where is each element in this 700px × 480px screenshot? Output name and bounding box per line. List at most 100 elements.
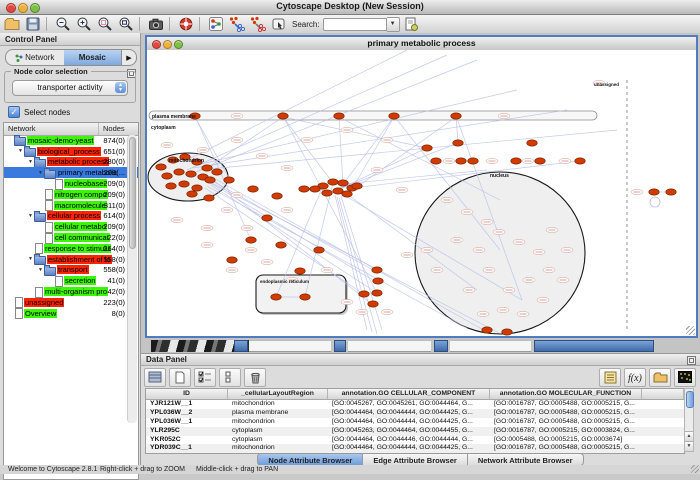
graph-node[interactable]: [338, 180, 348, 186]
table-cell[interactable]: YKR052C: [146, 436, 228, 445]
graph-node[interactable]: [422, 145, 432, 151]
tree-row-label[interactable]: nitrogen compo: [54, 190, 108, 199]
table-cell[interactable]: YLR295C: [146, 427, 228, 436]
unselect-attributes-button[interactable]: [219, 368, 241, 387]
graph-node[interactable]: [372, 290, 382, 296]
column-cellular-layout-region[interactable]: _cellularLayoutRegion: [228, 389, 328, 399]
data-panel-float-icon[interactable]: [687, 356, 696, 365]
network-window-resize-grip[interactable]: [686, 326, 695, 335]
zoom-fit-button[interactable]: [116, 16, 135, 32]
data-panel-scrollbar[interactable]: ▲ ▼: [684, 388, 694, 452]
tree-row-label[interactable]: cellular process: [47, 211, 101, 220]
background-window-edge[interactable]: [434, 340, 448, 352]
graph-node[interactable]: [271, 294, 281, 300]
graph-edge[interactable]: [197, 90, 517, 165]
table-cell[interactable]: [GO:0016787, GO:0005488, GO:0005215, G..…: [490, 400, 642, 409]
column-go-molecular-function[interactable]: annotation.GO MOLECULAR_FUNCTION: [490, 389, 642, 399]
graph-node[interactable]: [527, 140, 537, 146]
tree-row-label[interactable]: response to stimulu: [44, 244, 111, 253]
graph-node[interactable]: [535, 158, 545, 164]
graph-node[interactable]: [300, 294, 310, 300]
save-button[interactable]: [23, 16, 42, 32]
table-row[interactable]: YKR052Ccytoplasm[GO:0044464, GO:0044446,…: [146, 436, 684, 445]
expander-icon[interactable]: ▼: [37, 170, 44, 176]
tree-row-label[interactable]: cell communicat: [54, 233, 110, 242]
graph-node[interactable]: [187, 191, 197, 197]
expander-icon[interactable]: ▼: [17, 148, 24, 154]
attribute-editor-button[interactable]: [599, 368, 621, 387]
graph-node[interactable]: [451, 113, 461, 119]
graph-node[interactable]: [162, 173, 172, 179]
new-network-selected-nodes-selected-edges-button[interactable]: [248, 16, 267, 32]
graph-node[interactable]: [262, 215, 272, 221]
tab-mosaic[interactable]: Mosaic: [64, 50, 122, 65]
graph-node[interactable]: [649, 189, 659, 195]
graph-node[interactable]: [342, 191, 352, 197]
background-window-sliver[interactable]: [450, 340, 531, 352]
graph-node[interactable]: [299, 186, 309, 192]
graph-node[interactable]: [314, 247, 324, 253]
expander-icon[interactable]: ▼: [27, 256, 34, 262]
table-cell[interactable]: [GO:0005488, GO:0005215, GO:0003674]: [490, 436, 642, 445]
tree-row[interactable]: unassigned223(0): [4, 297, 138, 308]
table-cell[interactable]: cytoplasm: [228, 427, 328, 436]
table-cell[interactable]: [GO:0016787, GO:0005215, GO:0003824, G..…: [490, 427, 642, 436]
import-attributes-button[interactable]: [649, 368, 671, 387]
graph-node[interactable]: [372, 267, 382, 273]
tree-row-label[interactable]: unassigned: [24, 298, 64, 307]
tree-row[interactable]: ▼cellular process614(0): [4, 211, 138, 222]
graph-node[interactable]: [575, 158, 585, 164]
import-annotation-button[interactable]: [402, 16, 421, 32]
tree-row-label[interactable]: cellular metabo: [54, 222, 107, 231]
graph-node[interactable]: [156, 164, 166, 170]
tree-row-label[interactable]: establishment of lo: [47, 255, 112, 264]
table-cell[interactable]: [GO:0045267, GO:0045261, GO:0044464, G..…: [328, 400, 490, 409]
graph-node[interactable]: [166, 183, 176, 189]
graph-node[interactable]: [246, 237, 256, 243]
function-builder-button[interactable]: f(x): [624, 368, 646, 387]
table-cell[interactable]: YDR039C__1: [146, 444, 228, 453]
graph-node[interactable]: [205, 177, 215, 183]
tree-row[interactable]: ▼biological_process651(0): [4, 146, 138, 157]
delete-attribute-button[interactable]: [244, 368, 266, 387]
graph-node[interactable]: [227, 257, 237, 263]
graph-node[interactable]: [278, 113, 288, 119]
background-window-edge[interactable]: [334, 340, 346, 352]
new-attribute-button[interactable]: [169, 368, 191, 387]
table-cell[interactable]: mitochondrion: [228, 444, 328, 453]
tree-row[interactable]: cell communicat22(0): [4, 232, 138, 243]
tree-row-label[interactable]: transport: [57, 265, 89, 274]
table-row[interactable]: YLR295Ccytoplasm[GO:0045263, GO:0044464,…: [146, 427, 684, 436]
graph-node[interactable]: [295, 268, 305, 274]
data-panel-scrollbar-thumb[interactable]: [686, 391, 694, 408]
graph-node[interactable]: [468, 158, 478, 164]
graph-node[interactable]: [431, 158, 441, 164]
background-window-sliver[interactable]: [348, 340, 431, 352]
scroll-up-button[interactable]: ▲: [685, 431, 693, 441]
graph-node[interactable]: [511, 158, 521, 164]
tree-column-network[interactable]: Network: [4, 123, 99, 135]
network-graph[interactable]: plasma membranecytoplasmmitochondrionnuc…: [147, 50, 696, 336]
graph-node[interactable]: [202, 165, 212, 171]
open-file-button[interactable]: [2, 16, 21, 32]
tree-row-label[interactable]: Overview: [24, 309, 57, 318]
tree-row-label[interactable]: mosaic-demo-yeast: [27, 136, 94, 145]
select-nodes-box-button[interactable]: [269, 16, 288, 32]
graph-node[interactable]: [666, 189, 676, 195]
table-cell[interactable]: [GO:0045263, GO:0044464, GO:0044455, G..…: [328, 427, 490, 436]
tree-row[interactable]: ▼transport558(0): [4, 265, 138, 276]
graph-node[interactable]: [248, 186, 258, 192]
table-cell[interactable]: [642, 444, 684, 453]
graph-node[interactable]: [174, 169, 184, 175]
graph-node[interactable]: [482, 327, 492, 333]
table-cell[interactable]: YPL036W__2: [146, 409, 228, 418]
table-row[interactable]: YDR039C__1mitochondrion[GO:0044464, GO:0…: [146, 444, 684, 453]
zoom-selected-button[interactable]: [95, 16, 114, 32]
graph-node[interactable]: [276, 242, 286, 248]
graph-node[interactable]: [328, 179, 338, 185]
graph-node[interactable]: [373, 278, 383, 284]
expander-icon[interactable]: ▼: [27, 159, 34, 165]
attribute-matrix-button[interactable]: [674, 368, 696, 387]
new-network-selected-nodes-all-edges-button[interactable]: [227, 16, 246, 32]
tree-row-label[interactable]: biological_process: [37, 147, 101, 156]
